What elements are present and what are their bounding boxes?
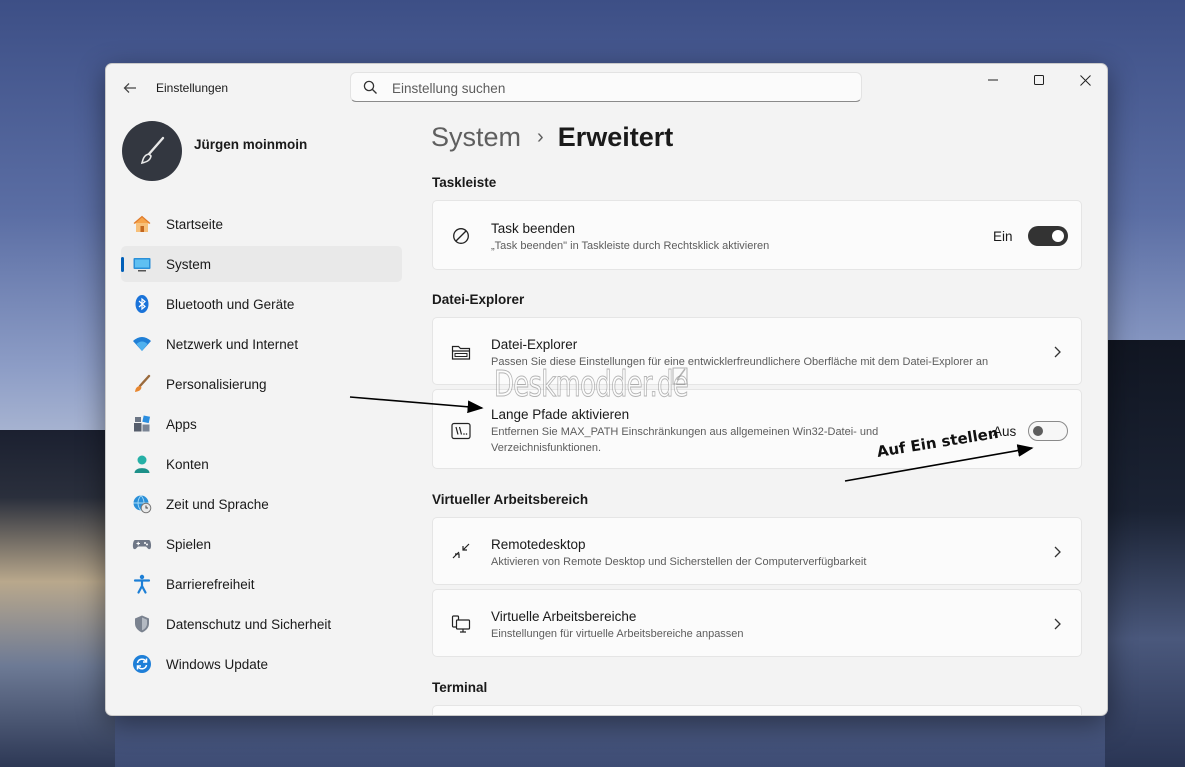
arrow-to-toggle xyxy=(844,444,1034,482)
arrow-to-lange-pfade xyxy=(349,396,484,414)
annotation-arrows xyxy=(349,396,1034,482)
